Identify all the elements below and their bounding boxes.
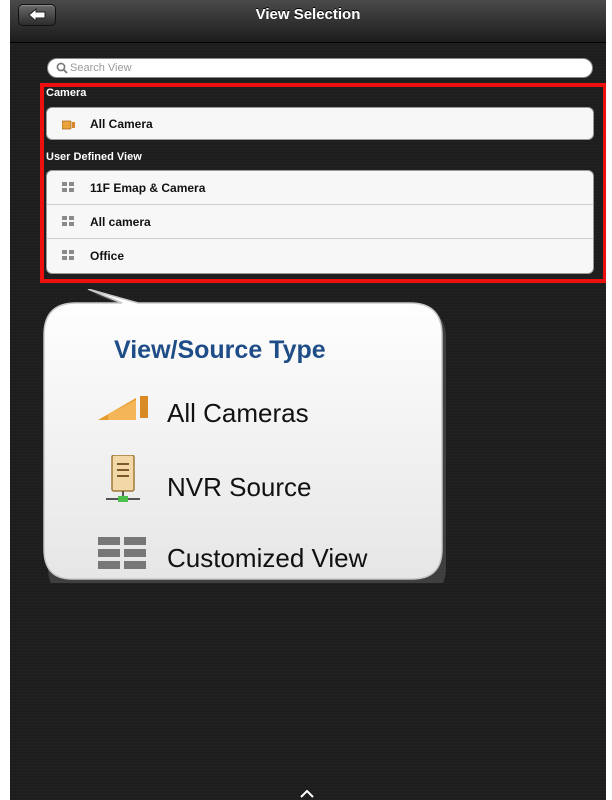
user-defined-view-group: 11F Emap & Camera All camera Office [46, 170, 594, 274]
grid-view-icon [62, 250, 74, 260]
list-item-office[interactable]: Office [47, 239, 593, 273]
section-header-user-defined-view: User Defined View [46, 151, 142, 163]
list-item-label: 11F Emap & Camera [90, 181, 206, 195]
list-item-all-camera[interactable]: All Camera [47, 108, 593, 139]
section-header-camera: Camera [46, 87, 87, 99]
magnifier-icon [56, 62, 68, 74]
list-item-label: Office [90, 249, 125, 263]
list-item-all-camera-view[interactable]: All camera [47, 205, 593, 239]
search-bar[interactable] [47, 58, 593, 78]
callout-title: View/Source Type [114, 336, 326, 364]
navigation-bar: View Selection [10, 0, 606, 43]
search-input[interactable] [70, 60, 570, 76]
camera-icon [62, 120, 75, 130]
camera-group: All Camera [46, 107, 594, 140]
grid-view-icon [98, 537, 146, 569]
legend-label-nvr-source: NVR Source [167, 472, 312, 502]
list-item-label: All camera [90, 215, 151, 229]
grid-view-icon [62, 216, 74, 226]
grid-view-icon [62, 182, 74, 192]
list-item-label: All Camera [90, 117, 153, 131]
ipad-screen: View Selection Camera All Camera User De… [10, 0, 606, 800]
nvr-server-icon [106, 455, 140, 502]
camera-icon [98, 396, 148, 420]
legend-label-customized-view: Customized View [167, 543, 368, 573]
list-item-11f-emap-camera[interactable]: 11F Emap & Camera [47, 171, 593, 205]
page-title: View Selection [255, 6, 361, 23]
chevron-up-icon[interactable] [300, 790, 314, 798]
legend-label-all-cameras: All Cameras [167, 398, 309, 428]
